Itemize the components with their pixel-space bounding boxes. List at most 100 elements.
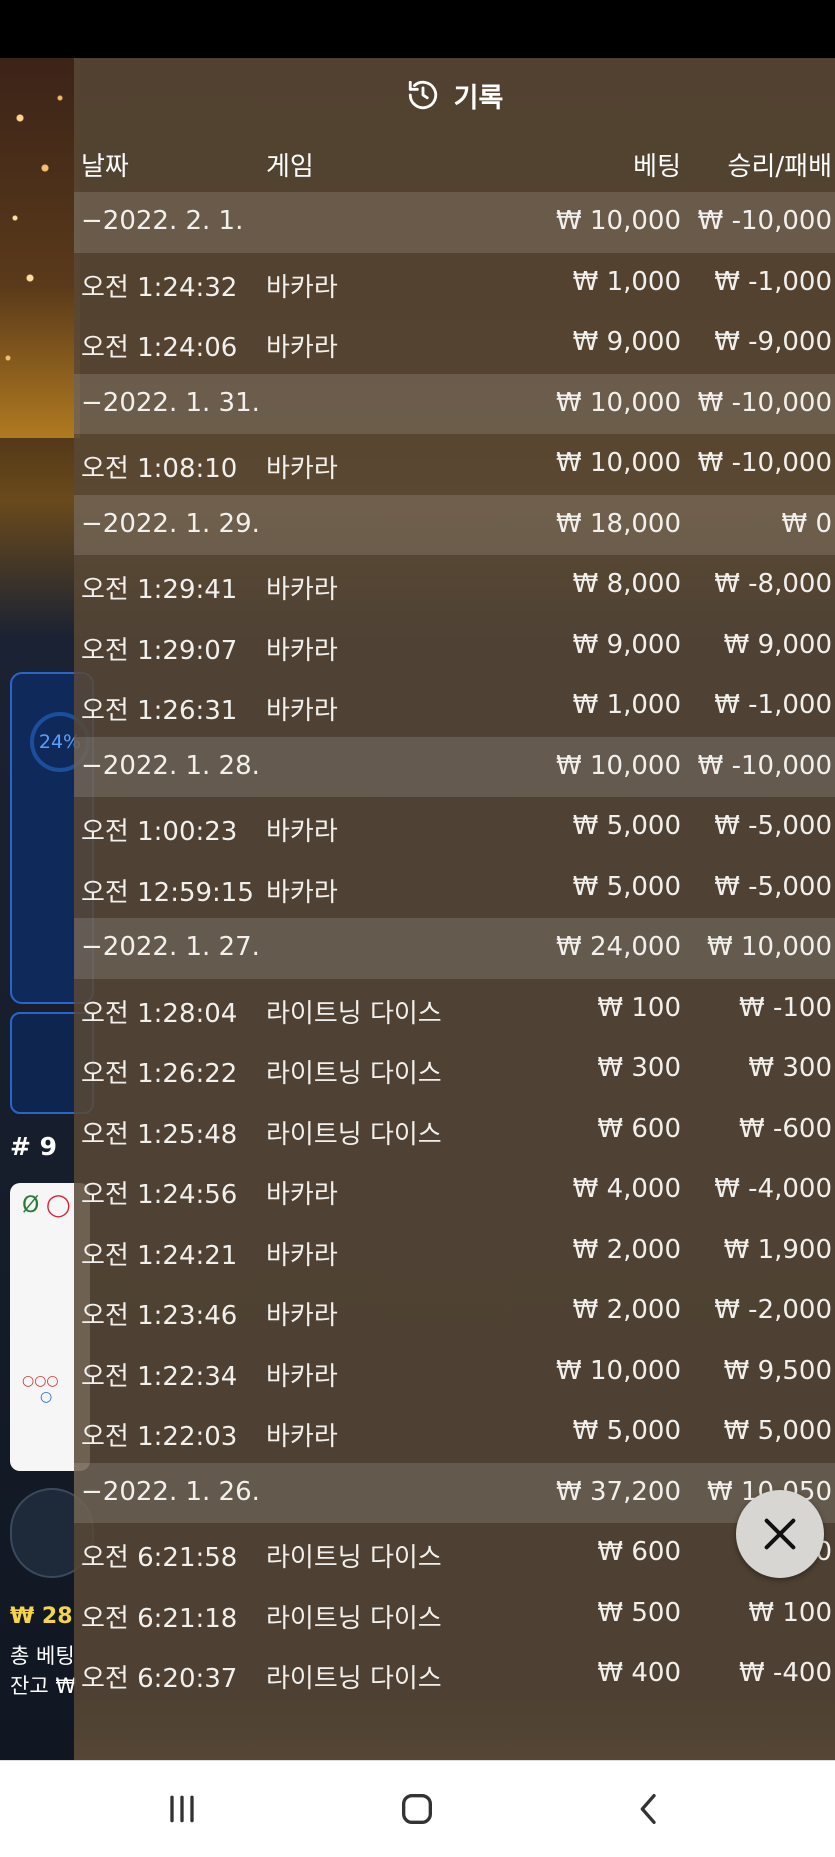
row-time: 오전 12:59:15 bbox=[81, 877, 254, 908]
row-time: 오전 1:22:34 bbox=[81, 1361, 238, 1392]
row-result: ₩ -10,000 bbox=[697, 750, 832, 781]
row-bet: ₩ 10,000 bbox=[556, 206, 681, 236]
row-bet: ₩ 10,000 bbox=[556, 750, 681, 781]
history-title: 기록 bbox=[453, 82, 504, 114]
row-result: ₩ -600 bbox=[739, 1113, 832, 1144]
row-game: 바카라 bbox=[266, 575, 338, 605]
row-bet: ₩ 24,000 bbox=[556, 932, 681, 962]
row-result: ₩ -8,000 bbox=[714, 569, 832, 599]
history-row: 오전 1:29:41 바카라 ₩ 8,000 ₩ -8,000 bbox=[74, 555, 835, 616]
table-header: 날짜 게임 베팅 승리/패배 bbox=[74, 132, 835, 192]
date-group-toggle[interactable]: −2022. 1. 28. bbox=[81, 751, 260, 781]
history-row: 오전 1:00:23 바카라 ₩ 5,000 ₩ -5,000 bbox=[74, 797, 835, 858]
row-time: 오전 1:25:48 bbox=[81, 1119, 238, 1150]
row-game: 바카라 bbox=[266, 877, 338, 908]
date-group-row: −2022. 2. 1. ₩ 10,000 ₩ -10,000 bbox=[74, 192, 835, 253]
row-bet: ₩ 9,000 bbox=[572, 327, 681, 357]
casino-lights-decoration bbox=[0, 58, 80, 438]
row-result: ₩ -10,000 bbox=[697, 448, 832, 478]
row-result: ₩ -10,000 bbox=[697, 206, 832, 236]
row-bet: ₩ 300 bbox=[597, 1053, 681, 1083]
history-row: 오전 1:24:56 바카라 ₩ 4,000 ₩ -4,000 bbox=[74, 1160, 835, 1221]
row-result: ₩ 100 bbox=[748, 1597, 832, 1628]
close-button[interactable] bbox=[736, 1490, 824, 1578]
recent-apps-icon bbox=[170, 1795, 194, 1823]
row-result: ₩ -5,000 bbox=[714, 871, 832, 902]
date-group-row: −2022. 1. 28. ₩ 10,000 ₩ -10,000 bbox=[74, 736, 835, 797]
date-group-toggle[interactable]: −2022. 1. 27. bbox=[81, 932, 260, 962]
history-title-bar: 기록 bbox=[74, 58, 835, 132]
row-game: 라이트닝 다이스 bbox=[266, 1543, 442, 1573]
row-result: ₩ -5,000 bbox=[714, 811, 832, 841]
row-bet: ₩ 2,000 bbox=[572, 1234, 681, 1265]
date-group-row: −2022. 1. 26.₩ 37,200₩ 10,050 bbox=[74, 1462, 835, 1523]
row-time: 오전 1:24:21 bbox=[81, 1240, 238, 1271]
close-icon bbox=[764, 1518, 796, 1550]
history-row: 오전 1:24:21 바카라 ₩ 2,000 ₩ 1,900 bbox=[74, 1221, 835, 1282]
date-group-toggle[interactable]: −2022. 2. 1. bbox=[81, 206, 243, 236]
row-game: 바카라 bbox=[266, 817, 338, 847]
row-game: 바카라 bbox=[266, 1180, 338, 1210]
home-button[interactable] bbox=[387, 1783, 447, 1835]
row-game: 바카라 bbox=[266, 1422, 338, 1452]
date-group-row: −2022. 1. 27. ₩ 24,000 ₩ 10,000 bbox=[74, 918, 835, 979]
history-panel: 기록 날짜 게임 베팅 승리/패배 −2022. 2. 1. ₩ 10,000 ₩ … bbox=[74, 58, 835, 1760]
row-result: ₩ -1,000 bbox=[714, 266, 832, 297]
round-number: # 9 bbox=[10, 1132, 58, 1161]
row-result: ₩ -100 bbox=[739, 992, 832, 1023]
date-group-toggle[interactable]: −2022. 1. 29. bbox=[81, 509, 260, 539]
row-bet: ₩ 600 bbox=[597, 1537, 681, 1567]
row-bet: ₩ 100 bbox=[597, 992, 681, 1023]
history-row: 오전 1:25:48 라이트닝 다이스 ₩ 600 ₩ -600 bbox=[74, 1100, 835, 1161]
date-group-toggle[interactable]: −2022. 1. 31. bbox=[81, 388, 260, 418]
row-result: ₩ -1,000 bbox=[714, 690, 832, 720]
road-marks-icon: ○○○ bbox=[22, 1373, 59, 1389]
history-icon bbox=[408, 80, 437, 110]
row-game: 바카라 bbox=[266, 1301, 338, 1331]
row-bet: ₩ 1,000 bbox=[572, 266, 681, 297]
history-row: 오전 6:20:37 라이트닝 다이스 ₩ 400 ₩ -400 bbox=[74, 1644, 835, 1705]
row-game: 라이트닝 다이스 bbox=[266, 1119, 442, 1150]
row-game: 라이트닝 다이스 bbox=[266, 998, 442, 1029]
row-result: ₩ -2,000 bbox=[714, 1295, 832, 1325]
row-time: 오전 6:21:58 bbox=[81, 1543, 238, 1573]
row-bet: ₩ 5,000 bbox=[572, 1416, 681, 1446]
balance-label: 잔고 ₩ bbox=[10, 1674, 77, 1698]
row-time: 오전 1:29:41 bbox=[81, 575, 238, 605]
row-bet: ₩ 2,000 bbox=[572, 1295, 681, 1325]
history-list[interactable]: −2022. 2. 1. ₩ 10,000 ₩ -10,000 오전 1:24:32 바… bbox=[74, 192, 835, 1705]
row-result: ₩ 1,900 bbox=[723, 1234, 832, 1265]
history-row: 오전 1:23:46 바카라 ₩ 2,000 ₩ -2,000 bbox=[74, 1281, 835, 1342]
row-bet: ₩ 5,000 bbox=[572, 811, 681, 841]
balance-amount: ₩ 28 bbox=[10, 1604, 73, 1629]
row-result: ₩ -4,000 bbox=[714, 1174, 832, 1204]
row-result: ₩ 9,000 bbox=[723, 629, 832, 660]
history-row: 오전 1:22:34 바카라 ₩ 10,000 ₩ 9,500 bbox=[74, 1342, 835, 1403]
row-game: 라이트닝 다이스 bbox=[266, 1059, 442, 1089]
row-time: 오전 6:20:37 bbox=[81, 1664, 238, 1694]
date-group-toggle[interactable]: −2022. 1. 26. bbox=[81, 1477, 260, 1507]
row-time: 오전 1:28:04 bbox=[81, 998, 238, 1029]
row-result: ₩ 5,000 bbox=[723, 1416, 832, 1446]
row-time: 오전 6:21:18 bbox=[81, 1603, 238, 1634]
row-result: ₩ 10,000 bbox=[707, 932, 832, 962]
history-row: 오전 1:26:31 바카라 ₩ 1,000 ₩ -1,000 bbox=[74, 676, 835, 737]
banker-marker-icon: ◯ bbox=[46, 1193, 71, 1218]
column-date: 날짜 bbox=[81, 152, 129, 182]
row-time: 오전 1:24:32 bbox=[81, 272, 238, 303]
history-row: 오전 1:28:04 라이트닝 다이스 ₩ 100 ₩ -100 bbox=[74, 979, 835, 1040]
column-result: 승리/패배 bbox=[727, 152, 832, 182]
row-result: ₩ -10,000 bbox=[697, 387, 832, 418]
row-time: 오전 1:22:03 bbox=[81, 1422, 238, 1452]
road-mark-blue-icon: ○ bbox=[40, 1389, 53, 1405]
back-button[interactable] bbox=[619, 1783, 679, 1835]
recent-apps-button[interactable] bbox=[152, 1783, 212, 1835]
row-bet: ₩ 10,000 bbox=[556, 448, 681, 478]
row-game: 바카라 bbox=[266, 333, 338, 363]
history-row: 오전 12:59:15 바카라 ₩ 5,000 ₩ -5,000 bbox=[74, 858, 835, 919]
date-group-row: −2022. 1. 29. ₩ 18,000 ₩ 0 bbox=[74, 494, 835, 555]
row-game: 바카라 bbox=[266, 1361, 338, 1392]
row-time: 오전 1:08:10 bbox=[81, 454, 238, 484]
row-bet: ₩ 400 bbox=[597, 1658, 681, 1688]
row-result: ₩ -400 bbox=[739, 1658, 832, 1688]
